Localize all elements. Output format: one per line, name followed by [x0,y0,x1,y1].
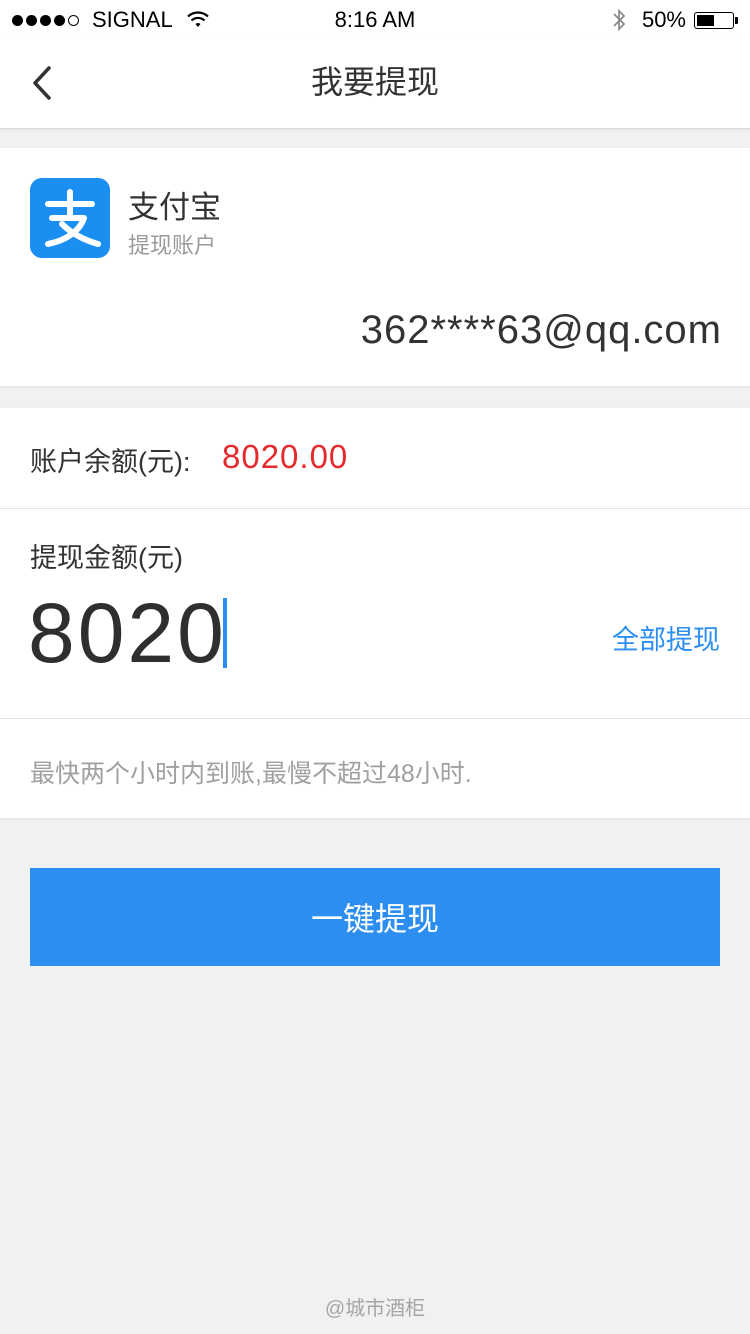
divider [0,718,750,719]
account-card: 支付宝 提现账户 362****63@qq.com [0,148,750,386]
amount-value: 8020 [28,586,227,680]
page-title: 我要提现 [310,64,439,100]
withdraw-all-link[interactable]: 全部提现 [612,618,720,657]
one-click-withdraw-button[interactable]: 一键提现 [30,868,720,966]
text-caret [222,598,227,668]
nav-bar: 我要提现 [0,40,750,129]
withdraw-panel: 账户余额(元): 8020.00 提现金额(元) 8020 全部提现 最快两个小… [0,408,750,818]
alipay-icon [30,178,110,258]
balance-row: 账户余额(元): 8020.00 [0,408,750,509]
account-subtitle: 提现账户 [128,233,217,258]
amount-input[interactable]: 8020 [28,588,227,678]
watermark: @城市酒柜 [324,1298,426,1320]
account-provider-name: 支付宝 [128,190,221,225]
bluetooth-icon [613,8,626,32]
amount-label: 提现金额(元) [30,543,183,573]
battery-icon [694,11,734,29]
balance-value: 8020.00 [222,438,349,475]
balance-label: 账户余额(元): [30,447,191,477]
status-right: 50% [612,0,738,40]
battery-percent: 50% [641,7,686,32]
battery-fill [697,14,714,26]
account-email: 362****63@qq.com [360,308,722,352]
arrival-notice: 最快两个小时内到账,最慢不超过48小时. [30,760,472,788]
status-bar: SIGNAL 8:16 AM 50% [0,0,750,40]
